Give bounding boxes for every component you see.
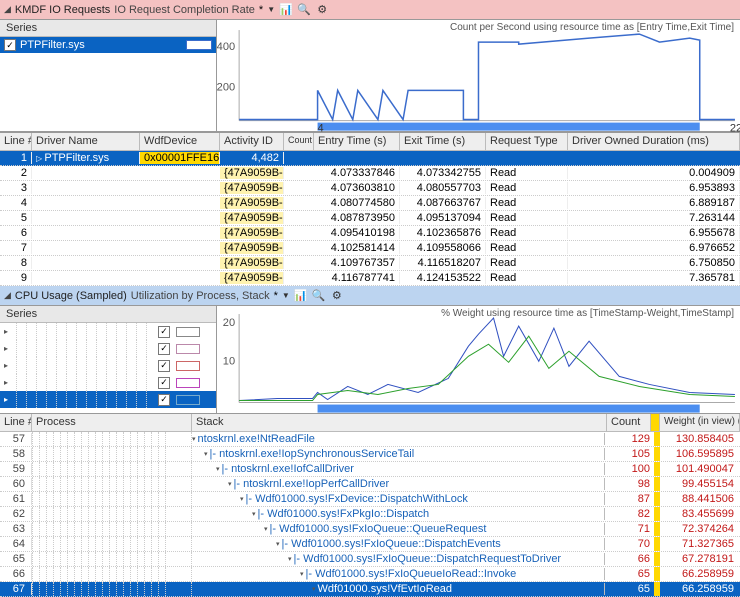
series-header: Series <box>0 20 216 37</box>
col-count[interactable]: Count <box>284 133 314 150</box>
chart2[interactable]: % Weight using resource time as [TimeSta… <box>217 306 740 413</box>
table-row[interactable]: 8 {47A9059B-3B1B-00... 4.109767357 4.116… <box>0 256 740 271</box>
stack-row[interactable]: 64 ▾|- Wdf01000.sys!FxIoQueue::DispatchE… <box>0 537 740 552</box>
table-row[interactable]: 2 {47A9059B-3B1B-00... 4.073337846 4.073… <box>0 166 740 181</box>
col-duration[interactable]: Driver Owned Duration (ms) <box>568 133 740 150</box>
col-wdf[interactable]: WdfDevice <box>140 133 220 150</box>
cpu-series-pane: Series ▸✓ ▸✓ ▸✓ ▸✓ ▸✓ <box>0 306 217 413</box>
table-row[interactable]: 3 {47A9059B-3B1B-00... 4.073603810 4.080… <box>0 181 740 196</box>
chart1[interactable]: Count per Second using resource time as … <box>217 20 740 131</box>
series-label: PTPFilter.sys <box>20 39 85 51</box>
modified-indicator: * <box>274 290 278 302</box>
series-header: Series <box>0 306 216 323</box>
svg-text:20: 20 <box>223 317 235 329</box>
table-row[interactable]: 9 {47A9059B-3B1B-00... 4.116787741 4.124… <box>0 271 740 286</box>
dropdown-icon[interactable]: ▼ <box>282 291 290 300</box>
col-activity[interactable]: Activity ID <box>220 133 284 150</box>
highlight-col <box>651 414 660 431</box>
col-entry[interactable]: Entry Time (s) <box>314 133 400 150</box>
svg-text:22: 22 <box>730 123 740 133</box>
svg-text:400: 400 <box>217 41 235 53</box>
legend-swatch <box>186 40 212 50</box>
col-line[interactable]: Line # <box>0 133 32 150</box>
collapse-icon[interactable]: ◢ <box>4 4 11 15</box>
stack-row[interactable]: 67 ▾Wdf01000.sys!VfEvtIoRead 65 66.25895… <box>0 582 740 597</box>
collapse-icon[interactable]: ◢ <box>4 290 11 301</box>
series-pane: Series ✓ PTPFilter.sys <box>0 20 217 131</box>
grid1-header: Line # Driver Name WdfDevice Activity ID… <box>0 133 740 151</box>
col-process[interactable]: Process <box>32 414 192 431</box>
search-icon[interactable]: 🔍 <box>297 3 311 17</box>
panel2-title: CPU Usage (Sampled) <box>15 290 127 302</box>
svg-text:200: 200 <box>217 81 235 93</box>
stack-row[interactable]: 65 ▾|- Wdf01000.sys!FxIoQueue::DispatchR… <box>0 552 740 567</box>
grid1: Line # Driver Name WdfDevice Activity ID… <box>0 132 740 286</box>
series-row[interactable]: ▸✓ <box>0 340 216 357</box>
series-row[interactable]: ▸✓ <box>0 357 216 374</box>
col-count[interactable]: Count <box>607 414 651 431</box>
checkbox-icon[interactable]: ✓ <box>4 39 16 51</box>
dropdown-icon[interactable]: ▼ <box>267 5 275 14</box>
col-weight[interactable]: Weight (in view) (... <box>660 414 740 431</box>
grid2-header: Line # Process Stack Count Weight (in vi… <box>0 414 740 432</box>
svg-text:4: 4 <box>318 123 324 133</box>
col-driver[interactable]: Driver Name <box>32 133 140 150</box>
table-row[interactable]: 6 {47A9059B-3B1B-00... 4.095410198 4.102… <box>0 226 740 241</box>
gear-icon[interactable]: ⚙ <box>330 289 344 303</box>
kmdf-panel-header: ◢ KMDF IO Requests IO Request Completion… <box>0 0 740 20</box>
stack-row[interactable]: 66 ▾|- Wdf01000.sys!FxIoQueueIoRead::Inv… <box>0 567 740 582</box>
stack-row[interactable]: 60 ▾|- ntoskrnl.exe!IopPerfCallDriver 98… <box>0 477 740 492</box>
panel1-subtitle: IO Request Completion Rate <box>114 4 255 16</box>
series-row[interactable]: ▸✓ <box>0 374 216 391</box>
search-icon[interactable]: 🔍 <box>312 289 326 303</box>
table-row[interactable]: 7 {47A9059B-3B1B-00... 4.102581414 4.109… <box>0 241 740 256</box>
gear-icon[interactable]: ⚙ <box>315 3 329 17</box>
svg-text:10: 10 <box>223 355 235 367</box>
col-exit[interactable]: Exit Time (s) <box>400 133 486 150</box>
panel1-title: KMDF IO Requests <box>15 4 110 16</box>
stack-row[interactable]: 63 ▾|- Wdf01000.sys!FxIoQueue::QueueRequ… <box>0 522 740 537</box>
stack-row[interactable]: 57 ▾ntoskrnl.exe!NtReadFile 129 130.8584… <box>0 432 740 447</box>
chart-type-icon[interactable]: 📊 <box>294 289 308 303</box>
series-row[interactable]: ▸✓ <box>0 391 216 408</box>
cpu-panel-header: ◢ CPU Usage (Sampled) Utilization by Pro… <box>0 286 740 306</box>
stack-row[interactable]: 58 ▾|- ntoskrnl.exe!IopSynchronousServic… <box>0 447 740 462</box>
panel1-body: Series ✓ PTPFilter.sys Count per Second … <box>0 20 740 132</box>
stack-row[interactable]: 61 ▾|- Wdf01000.sys!FxDevice::DispatchWi… <box>0 492 740 507</box>
table-row[interactable]: 4 {47A9059B-3B1B-00... 4.080774580 4.087… <box>0 196 740 211</box>
panel2-subtitle: Utilization by Process, Stack <box>131 290 270 302</box>
series-item-ptpfilter[interactable]: ✓ PTPFilter.sys <box>0 37 216 53</box>
col-line[interactable]: Line # <box>0 414 32 431</box>
stack-row[interactable]: 59 ▾|- ntoskrnl.exe!IofCallDriver 100 10… <box>0 462 740 477</box>
panel2-body: Series ▸✓ ▸✓ ▸✓ ▸✓ ▸✓ % Weight using res… <box>0 306 740 414</box>
table-row[interactable]: 1 ▷ PTPFilter.sys 0x00001FFE167... 4,482 <box>0 151 740 166</box>
stack-row[interactable]: 62 ▾|- Wdf01000.sys!FxPkgIo::Dispatch 82… <box>0 507 740 522</box>
table-row[interactable]: 5 {47A9059B-3B1B-00... 4.087873950 4.095… <box>0 211 740 226</box>
series-row[interactable]: ▸✓ <box>0 323 216 340</box>
col-reqtype[interactable]: Request Type <box>486 133 568 150</box>
col-stack[interactable]: Stack <box>192 414 607 431</box>
modified-indicator: * <box>259 4 263 16</box>
chart-type-icon[interactable]: 📊 <box>279 3 293 17</box>
